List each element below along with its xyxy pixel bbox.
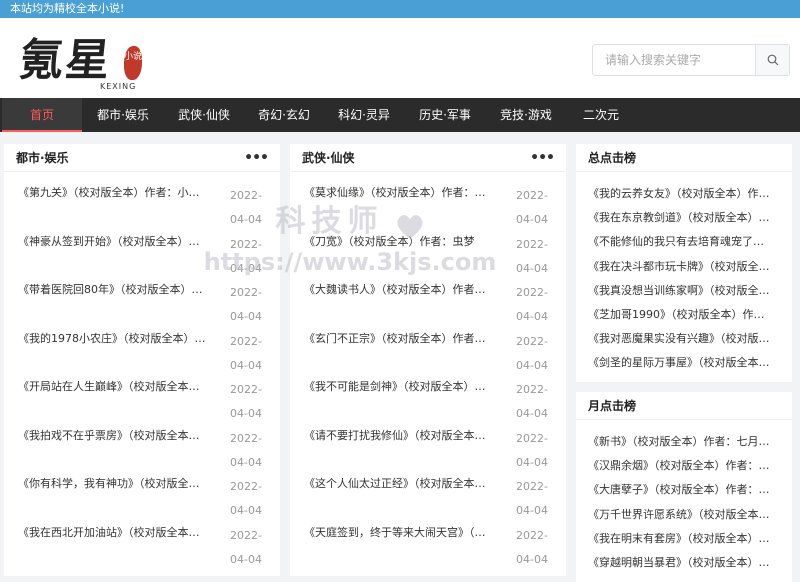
- book-title[interactable]: 《神豪从签到开始》（校对版全本）…: [18, 233, 208, 249]
- search-icon: [767, 54, 778, 66]
- book-date: 2022-04-04: [516, 383, 548, 420]
- book-title[interactable]: 《带着医院回80年》（校对版全本）…: [18, 281, 208, 297]
- rank-panel-total: 总点击榜 《我的云养女友》（校对版全本）作… 《我在东京教剑道》（校对版全本）……: [576, 144, 792, 382]
- site-logo[interactable]: 氪星 小说 KEXING: [16, 24, 150, 94]
- nav-item-home[interactable]: 首页: [2, 98, 82, 132]
- search-box: [592, 44, 790, 76]
- book-date: 2022-04-04: [230, 383, 262, 420]
- book-title[interactable]: 《开局站在人生巅峰》（校对版全本…: [18, 378, 208, 394]
- rank-item[interactable]: 《芝加哥1990》（校对版全本）作者…: [588, 306, 774, 322]
- book-title[interactable]: 《我拍戏不在乎票房》（校对版全本…: [18, 427, 208, 443]
- rank-item[interactable]: 《我在明末有套房》（校对版全本）…: [588, 530, 774, 546]
- rank-item[interactable]: 《我在决斗都市玩卡牌》（校对版全…: [588, 258, 774, 274]
- nav-item-urban[interactable]: 都市·娱乐: [82, 98, 164, 132]
- book-date: 2022-04-04: [230, 238, 262, 275]
- nav-item-scifi[interactable]: 科幻·灵异: [324, 98, 404, 132]
- book-title[interactable]: 《莫求仙缘》（校对版全本）作者：…: [304, 184, 494, 200]
- book-date: 2022-04-04: [516, 238, 548, 275]
- book-date: 2022-04-04: [516, 335, 548, 372]
- book-title[interactable]: 《刀宽》（校对版全本）作者：虫梦: [304, 233, 494, 249]
- book-title[interactable]: 《你有科学，我有神功》（校对版全…: [18, 475, 208, 491]
- more-icon[interactable]: •••: [530, 150, 555, 166]
- rank-item[interactable]: 《剑圣的星际万事屋》（校对版全本…: [588, 354, 774, 370]
- logo-seal: 小说: [124, 46, 142, 80]
- book-title[interactable]: 《玄门不正宗》（校对版全本）作者…: [304, 330, 494, 346]
- book-title[interactable]: 《请不要打扰我修仙》（校对版全本…: [304, 427, 494, 443]
- book-title[interactable]: 《大魏读书人》（校对版全本）作者…: [304, 281, 494, 297]
- rank-item[interactable]: 《万千世界许愿系统》（校对版全本…: [588, 506, 774, 522]
- rank-panel-monthly: 月点击榜 《新书》（校对版全本）作者：七月… 《汉鼎余烟》（校对版全本）作者：……: [576, 392, 792, 582]
- book-title[interactable]: 《我的1978小农庄》（校对版全本）…: [18, 330, 208, 346]
- book-date: 2022-04-04: [516, 529, 548, 566]
- rank-item[interactable]: 《穿越明朝当暴君》（校对版全本）…: [588, 554, 774, 570]
- book-date: 2022-04-04: [516, 480, 548, 517]
- book-date: 2022-04-04: [230, 189, 262, 226]
- book-date: 2022-04-04: [516, 432, 548, 469]
- site-notice: 本站均为精校全本小说!: [0, 0, 800, 18]
- book-date: 2022-04-04: [230, 529, 262, 566]
- nav-item-acg[interactable]: 二次元: [566, 98, 636, 132]
- panel-title: 武侠·仙侠: [302, 151, 355, 165]
- rank-item[interactable]: 《不能修仙的我只有去培育魂宠了》…: [588, 233, 774, 249]
- more-icon[interactable]: •••: [244, 150, 269, 166]
- nav-item-fantasy[interactable]: 奇幻·玄幻: [244, 98, 324, 132]
- nav-item-wuxia[interactable]: 武侠·仙侠: [164, 98, 244, 132]
- rank-item[interactable]: 《新书》（校对版全本）作者：七月…: [588, 433, 774, 449]
- book-title[interactable]: 《天庭签到，终于等来大闹天宫》（…: [304, 524, 494, 540]
- book-title[interactable]: 《我不可能是剑神》（校对版全本）…: [304, 378, 494, 394]
- rank-title: 月点击榜: [588, 399, 637, 413]
- rank-item[interactable]: 《我真没想当训练家啊》（校对版全…: [588, 282, 774, 298]
- rank-item[interactable]: 《我对恶魔果实没有兴趣》（校对版…: [588, 330, 774, 346]
- rank-item[interactable]: 《大唐孽子》（校对版全本）作者：…: [588, 481, 774, 497]
- panel-title: 都市·娱乐: [16, 151, 69, 165]
- search-button[interactable]: [755, 45, 789, 75]
- book-date: 2022-04-04: [230, 286, 262, 323]
- book-date: 2022-04-04: [516, 286, 548, 323]
- search-input[interactable]: [593, 45, 755, 75]
- rank-item[interactable]: 《汉鼎余烟》（校对版全本）作者：…: [588, 457, 774, 473]
- header: 氪星 小说 KEXING: [0, 18, 800, 98]
- book-title[interactable]: 《这个人仙太过正经》（校对版全本…: [304, 475, 494, 491]
- nav-item-games[interactable]: 竞技·游戏: [486, 98, 566, 132]
- logo-text: 氪星: [16, 35, 115, 86]
- category-panel-urban: 都市·娱乐 ••• 《第九关》（校对版全本）作者：小… 2022-04-04 《神…: [4, 144, 280, 576]
- book-date: 2022-04-04: [230, 432, 262, 469]
- book-date: 2022-04-04: [230, 335, 262, 372]
- book-date: 2022-04-04: [230, 480, 262, 517]
- rank-item[interactable]: 《我在东京教剑道》（校对版全本）…: [588, 209, 774, 225]
- rank-title: 总点击榜: [588, 151, 637, 165]
- rank-item[interactable]: 《我的云养女友》（校对版全本）作…: [588, 185, 774, 201]
- book-title[interactable]: 《第九关》（校对版全本）作者：小…: [18, 184, 208, 200]
- category-panel-wuxia: 武侠·仙侠 ••• 《莫求仙缘》（校对版全本）作者：… 2022-04-04 《刀…: [290, 144, 566, 576]
- nav-item-history[interactable]: 历史·军事: [404, 98, 486, 132]
- main-nav: 首页 都市·娱乐 武侠·仙侠 奇幻·玄幻 科幻·灵异 历史·军事 竞技·游戏 二…: [0, 98, 800, 132]
- logo-subtitle: KEXING: [100, 82, 137, 91]
- book-date: 2022-04-04: [516, 189, 548, 226]
- book-title[interactable]: 《我在西北开加油站》（校对版全本…: [18, 524, 208, 540]
